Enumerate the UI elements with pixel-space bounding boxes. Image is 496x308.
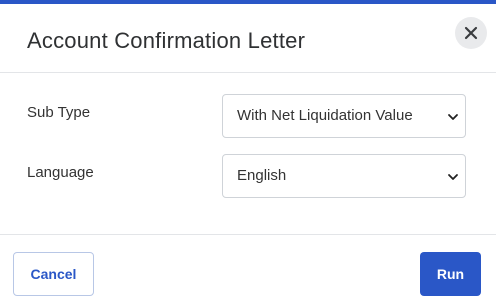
dialog-header: Account Confirmation Letter [0, 4, 496, 73]
close-button[interactable] [455, 17, 487, 49]
sub-type-label: Sub Type [27, 104, 91, 121]
language-row: Language English [0, 154, 496, 198]
sub-type-row: Sub Type With Net Liquidation Value [0, 94, 496, 138]
close-icon [464, 26, 478, 40]
language-label: Language [27, 164, 94, 181]
chevron-down-icon [448, 114, 458, 120]
chevron-down-icon [448, 174, 458, 180]
cancel-button[interactable]: Cancel [13, 252, 94, 296]
dialog-title: Account Confirmation Letter [27, 28, 306, 53]
dialog-footer: Cancel Run [0, 234, 496, 308]
language-selected-value: English [237, 167, 287, 184]
sub-type-selected-value: With Net Liquidation Value [237, 107, 413, 124]
sub-type-select[interactable]: With Net Liquidation Value [222, 94, 466, 138]
run-button[interactable]: Run [420, 252, 481, 296]
language-select[interactable]: English [222, 154, 466, 198]
